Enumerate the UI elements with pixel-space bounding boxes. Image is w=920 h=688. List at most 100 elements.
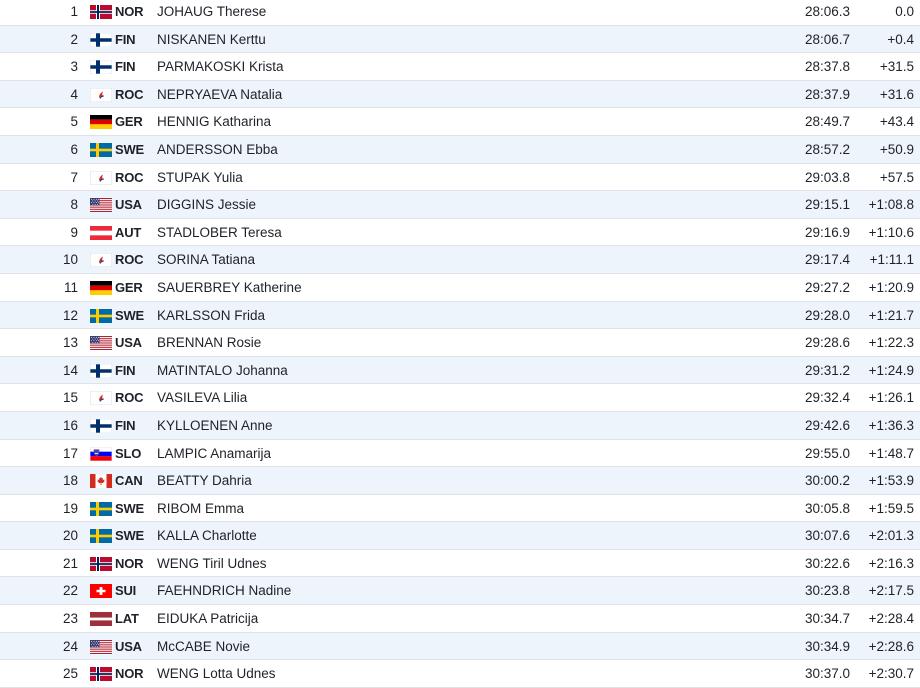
athlete-name-link[interactable]: DIGGINS Jessie (157, 191, 256, 218)
noc-code: USA (115, 335, 142, 351)
athlete-name-link[interactable]: HENNIG Katharina (157, 108, 271, 135)
athlete-name-link[interactable]: JOHAUG Therese (157, 0, 266, 25)
table-row[interactable]: 6 SWE ANDERSSON Ebba 28:57.2 +50.9 (0, 135, 920, 164)
athlete-name-link[interactable]: PARMAKOSKI Krista (157, 53, 284, 80)
result-time: 29:28.0 (804, 307, 850, 323)
table-row[interactable]: 9 AUT STADLOBER Teresa 29:16.9 +1:10.6 (0, 219, 920, 247)
noc-code: FIN (115, 31, 136, 47)
rank-cell: 3 (70, 59, 78, 75)
athlete-name-link[interactable]: EIDUKA Patricija (157, 605, 258, 632)
table-row[interactable]: 10 ROC SORINA Tatiana 29:17.4 +1:11.1 (0, 246, 920, 274)
sweden-flag-icon (90, 308, 112, 323)
time-behind: +2:17.5 (868, 583, 914, 599)
time-behind: +1:48.7 (868, 445, 914, 461)
table-row[interactable]: 17 SLO LAMPIC Anamarija 29:55.0 +1:48.7 (0, 440, 920, 468)
table-row[interactable]: 24 USA McCABE Novie 30:34.9 +2:28.6 (0, 632, 920, 661)
table-row[interactable]: 12 SWE KARLSSON Frida 29:28.0 +1:21.7 (0, 301, 920, 330)
athlete-name-link[interactable]: ANDERSSON Ebba (157, 136, 278, 163)
athlete-name-link[interactable]: WENG Lotta Udnes (157, 660, 276, 687)
rank-cell: 6 (70, 141, 78, 157)
result-time: 30:23.8 (804, 583, 850, 599)
athlete-name-link[interactable]: STUPAK Yulia (157, 164, 243, 191)
rank-cell: 16 (62, 417, 78, 433)
table-row[interactable]: 8 USA DIGGINS Jessie 29:15.1 +1:08.8 (0, 191, 920, 219)
athlete-name-link[interactable]: KARLSSON Frida (157, 302, 265, 329)
result-time: 29:31.2 (804, 362, 850, 378)
rank-cell: 12 (62, 307, 78, 323)
athlete-name-link[interactable]: BEATTY Dahria (157, 467, 252, 494)
table-row[interactable]: 19 SWE RIBOM Emma 30:05.8 +1:59.5 (0, 495, 920, 523)
usa-flag-icon (90, 639, 112, 654)
time-behind: +2:16.3 (868, 555, 914, 571)
athlete-name-link[interactable]: SAUERBREY Katherine (157, 274, 302, 301)
table-row[interactable]: 15 ROC VASILEVA Lilia 29:32.4 +1:26.1 (0, 384, 920, 412)
table-row[interactable]: 18 CAN BEATTY Dahria 30:00.2 +1:53.9 (0, 467, 920, 495)
athlete-name-link[interactable]: WENG Tiril Udnes (157, 550, 267, 577)
athlete-name-link[interactable]: VASILEVA Lilia (157, 384, 247, 411)
table-row[interactable]: 13 USA BRENNAN Rosie 29:28.6 +1:22.3 (0, 329, 920, 357)
time-behind: +57.5 (879, 169, 914, 185)
athlete-name-link[interactable]: NISKANEN Kerttu (157, 26, 266, 53)
time-behind: +1:36.3 (868, 417, 914, 433)
noc-code: SWE (115, 528, 145, 544)
result-time: 28:57.2 (804, 141, 850, 157)
time-behind: +1:08.8 (868, 197, 914, 213)
result-time: 28:49.7 (804, 114, 850, 130)
rank-cell: 11 (63, 279, 78, 295)
time-behind: +1:20.9 (868, 279, 914, 295)
table-row[interactable]: 25 NOR WENG Lotta Udnes 30:37.0 +2:30.7 (0, 660, 920, 688)
time-behind: +1:11.1 (869, 252, 914, 268)
switzerland-flag-icon (90, 584, 112, 599)
table-row[interactable]: 7 ROC STUPAK Yulia 29:03.8 +57.5 (0, 164, 920, 192)
athlete-name-link[interactable]: LAMPIC Anamarija (157, 440, 271, 467)
roc-flag-icon (90, 170, 112, 185)
roc-flag-icon (90, 391, 112, 406)
athlete-name-link[interactable]: NEPRYAEVA Natalia (157, 81, 282, 108)
rank-cell: 10 (62, 252, 78, 268)
noc-code: LAT (115, 611, 139, 627)
time-behind: +1:59.5 (868, 500, 914, 516)
noc-code: USA (115, 638, 142, 654)
athlete-name-link[interactable]: BRENNAN Rosie (157, 329, 261, 356)
noc-code: ROC (115, 390, 144, 406)
table-row[interactable]: 20 SWE KALLA Charlotte 30:07.6 +2:01.3 (0, 522, 920, 550)
result-time: 29:55.0 (804, 445, 850, 461)
time-behind: +31.6 (879, 86, 914, 102)
athlete-name-link[interactable]: STADLOBER Teresa (157, 219, 282, 246)
table-row[interactable]: 3 FIN PARMAKOSKI Krista 28:37.8 +31.5 (0, 53, 920, 81)
athlete-name-link[interactable]: RIBOM Emma (157, 495, 244, 522)
result-time: 30:07.6 (804, 528, 850, 544)
athlete-name-link[interactable]: KALLA Charlotte (157, 522, 257, 549)
rank-cell: 2 (70, 31, 78, 47)
result-time: 28:37.9 (804, 86, 850, 102)
result-time: 30:05.8 (804, 500, 850, 516)
table-row[interactable]: 11 GER SAUERBREY Katherine 29:27.2 +1:20.9 (0, 274, 920, 302)
athlete-name-link[interactable]: SORINA Tatiana (157, 246, 255, 273)
athlete-name-link[interactable]: MATINTALO Johanna (157, 357, 288, 384)
result-time: 30:00.2 (804, 473, 850, 489)
table-row[interactable]: 22 SUI FAEHNDRICH Nadine 30:23.8 +2:17.5 (0, 577, 920, 606)
noc-code: SWE (115, 307, 145, 323)
results-table: 1 NOR JOHAUG Therese 28:06.3 0.0 2 FIN NISKANEN… (0, 0, 920, 688)
table-row[interactable]: 23 LAT EIDUKA Patricija 30:34.7 +2:28.4 (0, 605, 920, 633)
athlete-name-link[interactable]: FAEHNDRICH Nadine (157, 577, 291, 604)
table-row[interactable]: 14 FIN MATINTALO Johanna 29:31.2 +1:24.9 (0, 356, 920, 385)
table-row[interactable]: 5 GER HENNIG Katharina 28:49.7 +43.4 (0, 108, 920, 136)
rank-cell: 22 (62, 583, 78, 599)
table-row[interactable]: 21 NOR WENG Tiril Udnes 30:22.6 +2:16.3 (0, 550, 920, 578)
athlete-name-link[interactable]: McCABE Novie (157, 633, 250, 660)
time-behind: +2:28.4 (868, 611, 914, 627)
table-row[interactable]: 1 NOR JOHAUG Therese 28:06.3 0.0 (0, 0, 920, 26)
noc-code: ROC (115, 169, 144, 185)
time-behind: +31.5 (879, 59, 914, 75)
rank-cell: 14 (62, 362, 78, 378)
roc-flag-icon (90, 87, 112, 102)
sweden-flag-icon (90, 142, 112, 157)
noc-code: AUT (115, 224, 142, 240)
table-row[interactable]: 16 FIN KYLLOENEN Anne 29:42.6 +1:36.3 (0, 411, 920, 440)
sweden-flag-icon (90, 529, 112, 544)
athlete-name-link[interactable]: KYLLOENEN Anne (157, 412, 273, 439)
table-row[interactable]: 2 FIN NISKANEN Kerttu 28:06.7 +0.4 (0, 25, 920, 54)
noc-code: SUI (115, 583, 137, 599)
table-row[interactable]: 4 ROC NEPRYAEVA Natalia 28:37.9 +31.6 (0, 80, 920, 109)
